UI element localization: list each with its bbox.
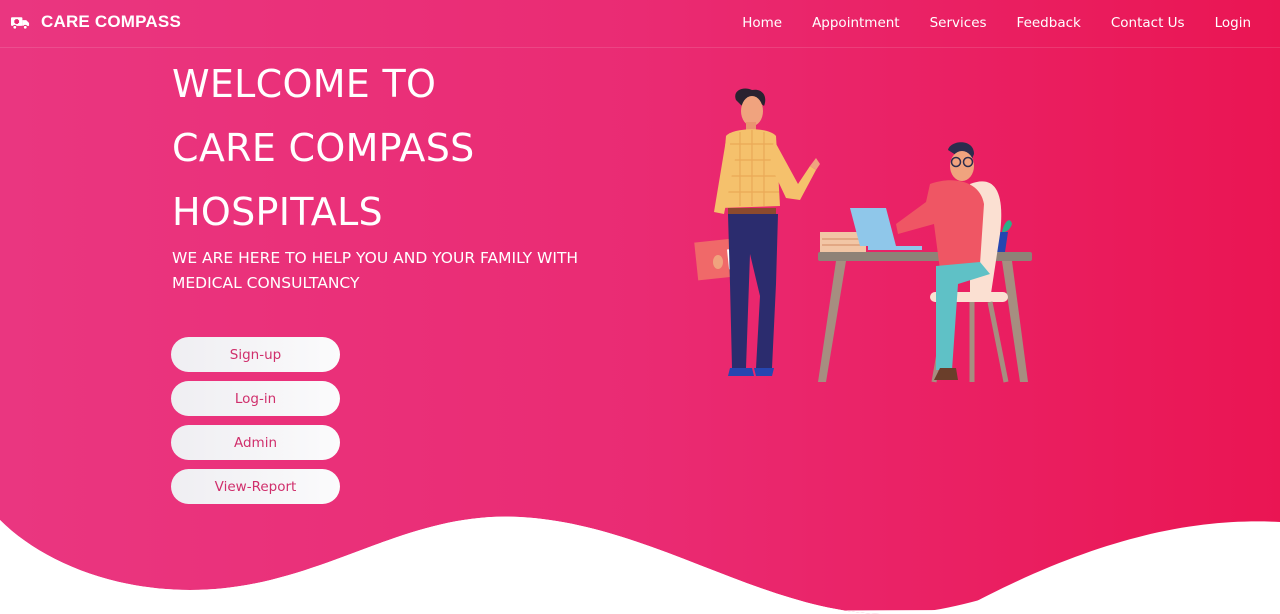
nav-contact-link[interactable]: Contact Us xyxy=(1111,15,1185,31)
action-buttons: Sign-up Log-in Admin View-Report xyxy=(171,337,340,513)
standing-person-figure xyxy=(694,88,820,376)
signup-button[interactable]: Sign-up xyxy=(171,337,340,372)
hero-title-line-3: HOSPITALS xyxy=(172,190,383,234)
hero-title-line-2: CARE COMPASS xyxy=(172,126,475,170)
view-report-button[interactable]: View-Report xyxy=(171,469,340,504)
page: CARE COMPASS Home Appointment Services F… xyxy=(0,0,1280,614)
bottom-wave xyxy=(0,516,1280,614)
main-nav: Home Appointment Services Feedback Conta… xyxy=(712,15,1251,31)
hero-title-line-1: WELCOME TO xyxy=(172,62,437,106)
doctor-consultation-illustration xyxy=(694,88,1032,383)
hero-title: WELCOME TO CARE COMPASS HOSPITALS xyxy=(172,52,475,244)
brand-name: CARE COMPASS xyxy=(41,12,181,31)
hero-subtitle: WE ARE HERE TO HELP YOU AND YOUR FAMILY … xyxy=(172,249,579,292)
nav-appointment-link[interactable]: Appointment xyxy=(812,15,900,31)
ambulance-icon xyxy=(11,16,30,30)
nav-services-link[interactable]: Services xyxy=(930,15,987,31)
nav-feedback-link[interactable]: Feedback xyxy=(1017,15,1081,31)
brand-logo[interactable]: CARE COMPASS xyxy=(11,12,181,32)
navbar: CARE COMPASS Home Appointment Services F… xyxy=(0,0,1280,48)
nav-home-link[interactable]: Home xyxy=(742,15,782,31)
seated-doctor-figure xyxy=(896,142,1009,383)
nav-login-link[interactable]: Login xyxy=(1215,15,1251,31)
admin-button[interactable]: Admin xyxy=(171,425,340,460)
login-button[interactable]: Log-in xyxy=(171,381,340,416)
